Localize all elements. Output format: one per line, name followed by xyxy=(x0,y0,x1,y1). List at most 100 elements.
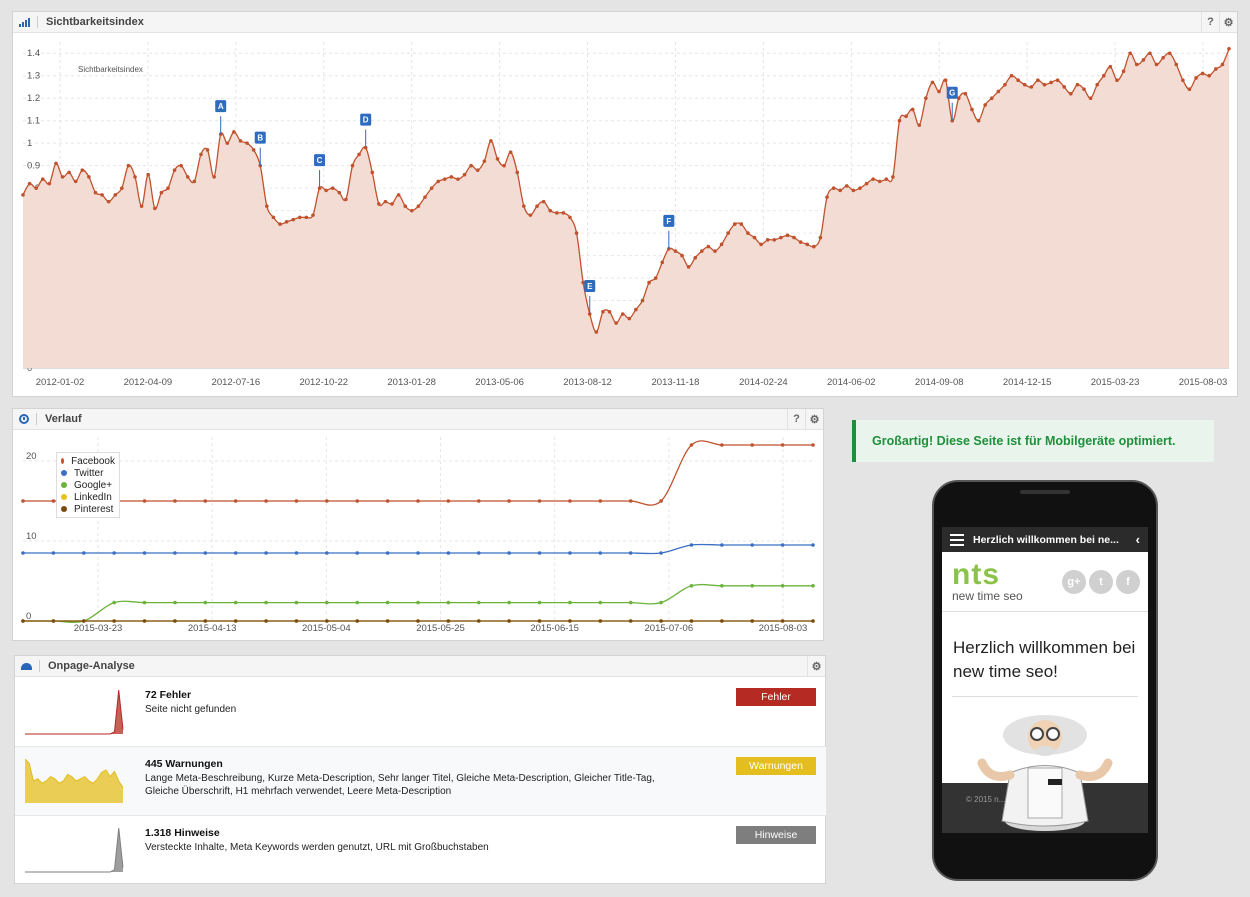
legend-item[interactable]: LinkedIn xyxy=(61,491,115,503)
legend-item[interactable]: Facebook xyxy=(61,455,115,467)
data-point xyxy=(1022,82,1027,87)
data-point xyxy=(750,543,755,547)
data-point xyxy=(476,551,481,555)
data-point xyxy=(1062,85,1067,89)
social-icons: g+ t f xyxy=(1062,569,1140,594)
data-point xyxy=(528,213,533,217)
data-point xyxy=(225,141,230,145)
data-point xyxy=(54,161,58,166)
data-point xyxy=(568,499,572,503)
data-point xyxy=(739,222,744,226)
onpage-sparkline xyxy=(25,758,124,803)
visibility-chart[interactable]: 00.10.20.30.40.50.60.70.80.911.11.21.31.… xyxy=(13,34,1237,397)
legend-item[interactable]: Twitter xyxy=(61,467,115,479)
onpage-fehler-button[interactable]: Fehler xyxy=(736,688,816,706)
help-icon[interactable]: ? xyxy=(787,409,805,429)
logo-text: nts xyxy=(952,557,1000,591)
data-point xyxy=(897,118,902,123)
verlauf-panel-header: Verlauf ? ⚙ xyxy=(13,409,823,430)
y-tick-label: 20 xyxy=(26,451,37,462)
x-tick-label: 2012-10-22 xyxy=(299,377,348,388)
data-point xyxy=(21,551,25,555)
onpage-row: 445 Warnungen Lange Meta-Beschreibung, Ku… xyxy=(15,747,826,816)
data-point xyxy=(21,499,25,503)
legend-label: Twitter xyxy=(74,467,104,479)
data-point xyxy=(449,175,454,179)
data-point xyxy=(1121,69,1126,74)
data-point xyxy=(60,175,65,179)
twitter-icon[interactable]: t xyxy=(1089,569,1113,594)
data-point xyxy=(614,321,618,325)
data-point xyxy=(594,330,599,334)
data-point xyxy=(469,163,473,168)
data-point xyxy=(653,276,658,280)
data-point xyxy=(720,619,724,623)
data-point xyxy=(706,244,711,249)
x-tick-label: 2012-07-16 xyxy=(212,377,261,388)
data-point xyxy=(1174,62,1179,67)
x-tick-label: 2014-02-24 xyxy=(739,377,788,388)
data-point xyxy=(370,170,375,175)
y-tick-label: 0.9 xyxy=(27,161,40,172)
data-point xyxy=(251,148,256,152)
onpage-hinweise-button[interactable]: Hinweise xyxy=(736,826,816,844)
data-point xyxy=(446,499,451,503)
help-icon[interactable]: ? xyxy=(1201,12,1219,32)
data-point xyxy=(561,211,566,215)
data-point xyxy=(475,168,480,172)
onpage-warnungen-button[interactable]: Warnungen xyxy=(736,757,816,775)
bar-chart-icon xyxy=(19,17,30,27)
data-point xyxy=(628,499,633,503)
legend-dot xyxy=(61,494,67,500)
data-point xyxy=(245,141,249,145)
data-point xyxy=(568,215,572,220)
data-point xyxy=(601,309,605,314)
data-point xyxy=(673,249,678,253)
data-point xyxy=(203,619,208,623)
data-point xyxy=(185,175,190,179)
onpage-row-description: Seite nicht gefunden xyxy=(145,704,237,715)
google-plus-icon[interactable]: g+ xyxy=(1062,569,1086,594)
x-tick-label: 2015-03-23 xyxy=(74,623,123,634)
x-tick-label: 2015-05-04 xyxy=(302,623,351,634)
gear-icon[interactable]: ⚙ xyxy=(1219,12,1237,32)
gear-icon[interactable]: ⚙ xyxy=(805,409,823,429)
x-tick-label: 2015-07-06 xyxy=(645,623,694,634)
data-point xyxy=(963,91,968,96)
facebook-icon[interactable]: f xyxy=(1116,569,1140,594)
chevron-left-icon[interactable]: ‹ xyxy=(1136,532,1140,547)
sparkline-area xyxy=(25,690,123,734)
data-point xyxy=(555,211,559,215)
gear-icon[interactable]: ⚙ xyxy=(807,656,825,676)
legend-item[interactable]: Google+ xyxy=(61,479,115,491)
data-point xyxy=(205,148,210,152)
data-point xyxy=(179,163,183,168)
data-point xyxy=(1088,96,1093,101)
data-point xyxy=(27,181,32,186)
data-point xyxy=(446,600,451,605)
data-point xyxy=(462,172,467,177)
annotation-label: E xyxy=(587,282,593,291)
visibility-panel-title: Sichtbarkeitsindex xyxy=(46,16,144,28)
data-point xyxy=(51,551,56,555)
x-tick-label: 2015-06-15 xyxy=(530,623,579,634)
data-point xyxy=(976,118,981,123)
x-tick-label: 2013-11-18 xyxy=(652,377,700,388)
data-point xyxy=(233,619,238,623)
data-point xyxy=(1036,78,1040,83)
data-point xyxy=(385,551,390,555)
verlauf-chart[interactable]: 0 10 20 2015-03-23 2015-04-13 2015-05-04 2015-… xyxy=(13,431,823,641)
divider xyxy=(952,696,1138,697)
menu-icon[interactable] xyxy=(950,533,964,546)
y-tick-label: 1.3 xyxy=(27,71,40,82)
data-point xyxy=(1128,51,1132,56)
data-point xyxy=(112,551,116,555)
data-point xyxy=(377,202,381,206)
legend-label: LinkedIn xyxy=(74,491,112,503)
data-point xyxy=(699,249,704,253)
legend-item[interactable]: Pinterest xyxy=(61,503,115,515)
data-point xyxy=(640,298,645,303)
data-point xyxy=(660,260,665,265)
data-point xyxy=(659,600,663,605)
mascot-illustration xyxy=(977,715,1113,831)
